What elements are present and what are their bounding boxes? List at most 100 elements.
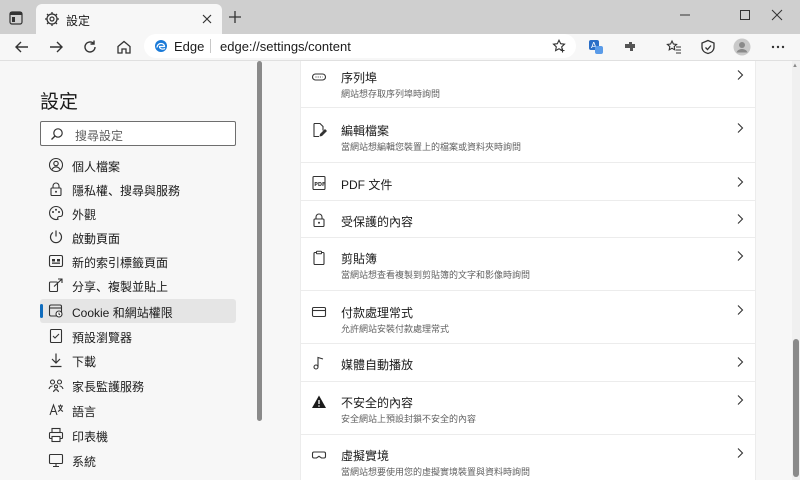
settings-content: 序列埠 網站想存取序列埠時詢問 編輯檔案 當網站想編輯您裝置上的檔案或資料夾時詢… bbox=[262, 61, 792, 480]
close-window-icon[interactable] bbox=[754, 4, 800, 26]
row-title: 不安全的內容 bbox=[341, 396, 414, 410]
sidebar-item-label: 下載 bbox=[72, 355, 97, 369]
row-description: 當網站想要使用您的虛擬實境裝置與資料時詢問 bbox=[341, 467, 531, 477]
appearance-icon bbox=[48, 205, 64, 221]
address-bar[interactable]: Edge edge://settings/content bbox=[144, 34, 576, 58]
chevron-right-icon bbox=[735, 176, 745, 188]
more-menu-icon[interactable] bbox=[766, 36, 790, 58]
forward-icon[interactable] bbox=[44, 36, 68, 58]
vr-icon bbox=[311, 447, 327, 463]
pdf-icon: PDF bbox=[311, 175, 327, 191]
sidebar-item-startup[interactable]: 啟動頁面 bbox=[40, 225, 236, 249]
search-icon bbox=[50, 127, 64, 141]
browser-essentials-icon[interactable] bbox=[696, 36, 720, 58]
chevron-right-icon bbox=[735, 122, 745, 134]
list-item-protected-content[interactable]: 受保護的內容 bbox=[301, 201, 755, 238]
list-item-clipboard[interactable]: 剪貼簿 當網站想查看複製到剪貼簿的文字和影像時詢問 bbox=[301, 238, 755, 291]
settings-sidebar: 設定 搜尋設定 個人檔案 隱私權、搜尋與服務 外觀 啟動頁面 新的索引標籤頁面 … bbox=[0, 61, 262, 480]
sidebar-item-label: Cookie 和網站權限 bbox=[72, 306, 173, 320]
sidebar-item-label: 隱私權、搜尋與服務 bbox=[72, 184, 181, 198]
site-label: Edge bbox=[174, 39, 205, 54]
avatar[interactable] bbox=[730, 36, 754, 58]
sidebar-item-languages[interactable]: 語言 bbox=[40, 398, 236, 422]
sidebar-item-label: 外觀 bbox=[72, 208, 97, 222]
list-item-insecure-content[interactable]: 不安全的內容 安全網站上預設封鎖不安全的內容 bbox=[301, 382, 755, 435]
navigation-bar: Edge edge://settings/content A bbox=[0, 34, 800, 60]
close-tab-icon[interactable] bbox=[200, 12, 214, 26]
translate-icon[interactable]: A bbox=[584, 36, 608, 58]
row-title: 付款處理常式 bbox=[341, 306, 414, 320]
list-item-file-editing[interactable]: 編輯檔案 當網站想編輯您裝置上的檔案或資料夾時詢問 bbox=[301, 108, 755, 163]
chevron-right-icon bbox=[735, 356, 745, 368]
search-input[interactable]: 搜尋設定 bbox=[40, 121, 236, 146]
list-item-media-autoplay[interactable]: 媒體自動播放 bbox=[301, 344, 755, 382]
row-title: 虛擬實境 bbox=[341, 449, 390, 463]
row-title: 受保護的內容 bbox=[341, 215, 414, 229]
clipboard-icon bbox=[311, 250, 327, 266]
row-title: 剪貼簿 bbox=[341, 252, 378, 266]
scroll-up-icon[interactable]: ▲ bbox=[792, 63, 798, 69]
profile-icon bbox=[48, 157, 64, 173]
power-icon bbox=[48, 229, 64, 245]
svg-text:PDF: PDF bbox=[314, 182, 325, 188]
add-favorite-icon[interactable] bbox=[552, 39, 566, 53]
sidebar-item-system[interactable]: 系統 bbox=[40, 448, 236, 472]
row-description: 當網站想編輯您裝置上的檔案或資料夾時詢問 bbox=[341, 142, 522, 152]
protected-content-icon bbox=[311, 212, 327, 228]
list-item-payment-handlers[interactable]: 付款處理常式 允許網站安裝付款處理常式 bbox=[301, 291, 755, 344]
sidebar-item-label: 新的索引標籤頁面 bbox=[72, 256, 169, 270]
chevron-right-icon bbox=[735, 447, 745, 459]
new-tab-icon[interactable] bbox=[226, 8, 244, 26]
sidebar-item-cookies-site-permissions[interactable]: Cookie 和網站權限 bbox=[40, 299, 236, 323]
page-title: 設定 bbox=[40, 92, 79, 113]
sidebar-item-share[interactable]: 分享、複製並貼上 bbox=[40, 273, 236, 297]
favorites-icon[interactable] bbox=[662, 36, 686, 58]
home-icon[interactable] bbox=[112, 36, 136, 58]
scroll-down-icon[interactable]: ▼ bbox=[792, 471, 798, 477]
newtab-page-icon bbox=[48, 253, 64, 269]
sidebar-item-privacy[interactable]: 隱私權、搜尋與服務 bbox=[40, 177, 236, 201]
url-text[interactable]: edge://settings/content bbox=[220, 39, 351, 54]
chevron-right-icon bbox=[735, 213, 745, 225]
sidebar-item-new-tab-page[interactable]: 新的索引標籤頁面 bbox=[40, 249, 236, 273]
active-indicator bbox=[40, 304, 43, 318]
list-item-pdf-documents[interactable]: PDF PDF 文件 bbox=[301, 163, 755, 201]
sidebar-item-family[interactable]: 家長監護服務 bbox=[40, 373, 236, 397]
extension-icon[interactable] bbox=[618, 36, 642, 58]
site-permissions-icon bbox=[48, 303, 64, 319]
back-icon[interactable] bbox=[10, 36, 34, 58]
tab-actions-icon[interactable] bbox=[4, 6, 28, 30]
chevron-right-icon bbox=[735, 394, 745, 406]
list-item-virtual-reality[interactable]: 虛擬實境 當網站想要使用您的虛擬實境裝置與資料時詢問 bbox=[301, 435, 755, 480]
tab-bar: 設定 bbox=[0, 0, 800, 34]
gear-icon bbox=[44, 11, 60, 27]
settings-tab[interactable]: 設定 bbox=[36, 4, 222, 34]
list-item-serial-ports[interactable]: 序列埠 網站想存取序列埠時詢問 bbox=[301, 61, 755, 108]
sidebar-item-label: 預設瀏覽器 bbox=[72, 331, 133, 345]
sidebar-item-default-browser[interactable]: 預設瀏覽器 bbox=[40, 324, 236, 348]
scrollbar-thumb[interactable] bbox=[793, 339, 799, 477]
content-scrollbar[interactable]: ▲ ▼ bbox=[792, 61, 800, 480]
sidebar-item-label: 分享、複製並貼上 bbox=[72, 280, 169, 294]
site-permissions-card: 序列埠 網站想存取序列埠時詢問 編輯檔案 當網站想編輯您裝置上的檔案或資料夾時詢… bbox=[300, 61, 756, 480]
chevron-right-icon bbox=[735, 304, 745, 316]
download-icon bbox=[48, 352, 64, 368]
sidebar-item-appearance[interactable]: 外觀 bbox=[40, 201, 236, 225]
row-description: 網站想存取序列埠時詢問 bbox=[341, 89, 441, 99]
family-icon bbox=[48, 377, 64, 393]
sidebar-item-label: 家長監護服務 bbox=[72, 380, 145, 394]
sidebar-item-downloads[interactable]: 下載 bbox=[40, 348, 236, 372]
printer-icon bbox=[48, 427, 64, 443]
sidebar-item-profiles[interactable]: 個人檔案 bbox=[40, 153, 236, 177]
refresh-icon[interactable] bbox=[78, 36, 102, 58]
sidebar-item-label: 語言 bbox=[72, 405, 97, 419]
search-placeholder: 搜尋設定 bbox=[75, 129, 124, 143]
tab-title: 設定 bbox=[66, 14, 91, 28]
minimize-icon[interactable] bbox=[662, 4, 708, 26]
row-title: 媒體自動播放 bbox=[341, 358, 414, 372]
sidebar-item-label: 印表機 bbox=[72, 430, 109, 444]
row-title: 序列埠 bbox=[341, 71, 378, 85]
sidebar-item-printers[interactable]: 印表機 bbox=[40, 423, 236, 447]
warning-icon bbox=[311, 394, 327, 410]
row-title: PDF 文件 bbox=[341, 178, 393, 192]
